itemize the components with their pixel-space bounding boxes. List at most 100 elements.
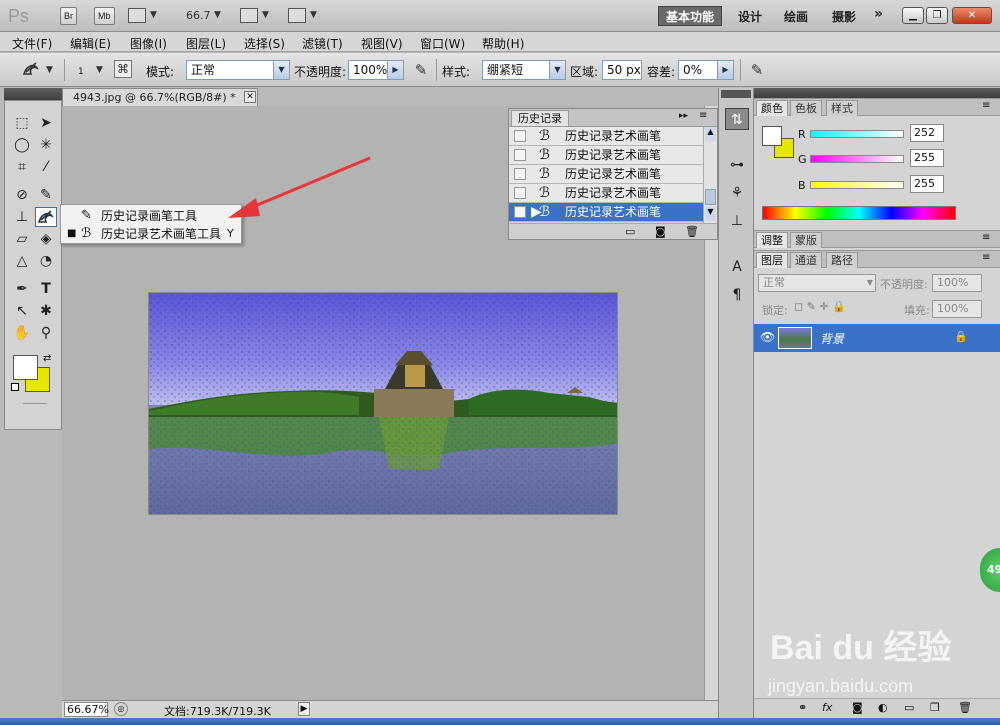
tab-paths[interactable]: 路径	[826, 252, 858, 268]
new-layer-icon[interactable]: ❐	[930, 701, 940, 714]
close-icon[interactable]: ✕	[244, 91, 256, 103]
panel-menu-icon[interactable]: ≡	[699, 110, 707, 121]
camera-icon[interactable]: ◙	[655, 225, 666, 238]
tablet-pressure-icon[interactable]: ✎	[410, 60, 432, 80]
minimize-button[interactable]: ▁	[902, 7, 924, 24]
scroll-up-icon[interactable]: ▲	[705, 127, 716, 141]
layer-mask-icon[interactable]: ◙	[852, 701, 863, 714]
chevron-down-icon[interactable]: ▼	[214, 10, 221, 20]
brush-size-value[interactable]: 1	[78, 67, 84, 77]
crop-tool-icon[interactable]: ⌗	[11, 157, 33, 177]
menu-view[interactable]: 视图(V)	[361, 35, 403, 52]
eyedropper-tool-icon[interactable]: ⁄	[35, 157, 57, 177]
chevron-down-icon[interactable]: ▼	[310, 10, 317, 20]
marquee-tool-icon[interactable]: ⬚	[11, 113, 33, 133]
art-history-brush-tool-icon[interactable]	[35, 207, 57, 227]
layer-opacity-input[interactable]: 100%	[932, 274, 982, 292]
layer-style-icon[interactable]: fx	[822, 701, 832, 714]
history-row[interactable]: ℬ 历史记录艺术画笔	[509, 184, 703, 203]
lasso-tool-icon[interactable]: ◯	[11, 135, 33, 155]
color-panel-foreground-swatch[interactable]	[762, 126, 782, 146]
tab-masks[interactable]: 蒙版	[790, 232, 822, 248]
move-tool-icon[interactable]: ➤	[35, 113, 57, 133]
brush-presets-icon[interactable]: ⊶	[725, 154, 749, 176]
dock-grip[interactable]	[721, 90, 751, 98]
tolerance-input[interactable]: 0% ▶	[678, 60, 734, 80]
chevron-down-icon[interactable]: ▼	[262, 10, 269, 20]
scroll-thumb[interactable]	[705, 189, 716, 205]
mini-bridge-button[interactable]: Mb	[94, 7, 115, 25]
history-row[interactable]: ℬ 历史记录艺术画笔	[509, 127, 703, 146]
screen-mode-icon[interactable]	[288, 8, 306, 23]
blend-mode-select[interactable]: 正常 ▼	[758, 274, 876, 292]
chevron-down-icon[interactable]: ▼	[150, 10, 157, 20]
blur-tool-icon[interactable]: △	[11, 251, 33, 271]
restore-button[interactable]: ❐	[926, 7, 948, 24]
menu-window[interactable]: 窗口(W)	[420, 35, 465, 52]
history-snapshot-checkbox[interactable]	[514, 206, 526, 218]
fill-input[interactable]: 100%	[932, 300, 982, 318]
new-document-from-state-icon[interactable]: ▭	[625, 225, 635, 238]
workspace-essentials[interactable]: 基本功能	[658, 6, 722, 26]
clone-stamp-tool-icon[interactable]: ⊥	[11, 207, 33, 227]
menu-filter[interactable]: 滤镜(T)	[302, 35, 343, 52]
menu-help[interactable]: 帮助(H)	[482, 35, 524, 52]
history-panel-icon[interactable]: ⇅	[725, 108, 749, 130]
brush-tool-icon[interactable]: ✎	[35, 185, 57, 205]
history-scrollbar[interactable]: ▲ ▼	[703, 127, 717, 223]
quick-selection-tool-icon[interactable]: ✳	[35, 135, 57, 155]
link-layers-icon[interactable]: ⚭	[798, 701, 807, 714]
history-row-selected[interactable]: ▶ ℬ 历史记录艺术画笔	[509, 203, 703, 222]
workspace-design[interactable]: 设计	[738, 8, 762, 25]
healing-brush-tool-icon[interactable]: ⊘	[11, 185, 33, 205]
g-value-input[interactable]: 255	[910, 149, 944, 167]
eraser-tool-icon[interactable]: ▱	[11, 229, 33, 249]
chevron-right-icon[interactable]: ▶	[298, 702, 310, 716]
swap-colors-icon[interactable]: ⇄	[43, 353, 51, 364]
history-snapshot-checkbox[interactable]	[514, 130, 526, 142]
panel-grip[interactable]	[754, 88, 1000, 98]
status-info-icon[interactable]: ◎	[114, 702, 128, 716]
pen-tool-icon[interactable]: ✒	[11, 279, 33, 299]
paint-bucket-tool-icon[interactable]: ◈	[35, 229, 57, 249]
history-row[interactable]: ℬ 历史记录艺术画笔	[509, 146, 703, 165]
mode-select[interactable]: 正常 ▼	[186, 60, 290, 80]
history-row[interactable]: ℬ 历史记录艺术画笔	[509, 165, 703, 184]
paragraph-panel-icon[interactable]: ¶	[725, 284, 749, 306]
zoom-level[interactable]: 66.7	[186, 9, 211, 22]
eye-icon[interactable]: 👁	[760, 330, 775, 344]
menu-file[interactable]: 文件(F)	[12, 35, 52, 52]
trash-icon[interactable]: 🗑	[958, 701, 972, 714]
tab-channels[interactable]: 通道	[790, 252, 822, 268]
tab-layers[interactable]: 图层	[756, 252, 788, 268]
b-value-input[interactable]: 255	[910, 175, 944, 193]
tab-adjustments[interactable]: 调整	[756, 232, 788, 248]
style-select[interactable]: 绷紧短 ▼	[482, 60, 566, 80]
tool-presets-icon[interactable]: ⊥	[725, 210, 749, 232]
workspace-painting[interactable]: 绘画	[784, 8, 808, 25]
collapse-icon[interactable]: ▸▸	[679, 111, 688, 121]
layer-row-background[interactable]: 👁 背景 🔒	[754, 324, 1000, 352]
flyout-item-history-brush[interactable]: ✎ 历史记录画笔工具	[65, 207, 239, 225]
more-workspaces-button[interactable]: »	[874, 6, 883, 22]
view-extras-icon[interactable]	[128, 8, 146, 23]
close-button[interactable]: ✕	[952, 7, 992, 24]
character-panel-icon[interactable]: A	[725, 256, 749, 278]
scroll-down-icon[interactable]: ▼	[705, 207, 716, 221]
art-history-brush-preset-icon[interactable]	[20, 60, 42, 80]
r-value-input[interactable]: 252	[910, 124, 944, 142]
tablet-pressure-icon[interactable]: ✎	[746, 60, 768, 80]
menu-edit[interactable]: 编辑(E)	[70, 35, 111, 52]
document-tab[interactable]: 4943.jpg @ 66.7%(RGB/8#) *	[62, 88, 258, 106]
history-snapshot-checkbox[interactable]	[514, 168, 526, 180]
r-slider[interactable]	[810, 130, 904, 138]
color-spectrum[interactable]	[762, 206, 956, 220]
history-snapshot-checkbox[interactable]	[514, 187, 526, 199]
document-image[interactable]	[148, 292, 618, 515]
flyout-item-art-history-brush[interactable]: ■ ℬ 历史记录艺术画笔工具 Y	[65, 225, 239, 243]
clone-source-icon[interactable]: ⚘	[725, 182, 749, 204]
zoom-status-input[interactable]: 66.67%	[64, 702, 109, 717]
menu-layer[interactable]: 图层(L)	[186, 35, 226, 52]
panel-menu-icon[interactable]: ≡	[982, 232, 990, 243]
arrange-documents-icon[interactable]	[240, 8, 258, 23]
